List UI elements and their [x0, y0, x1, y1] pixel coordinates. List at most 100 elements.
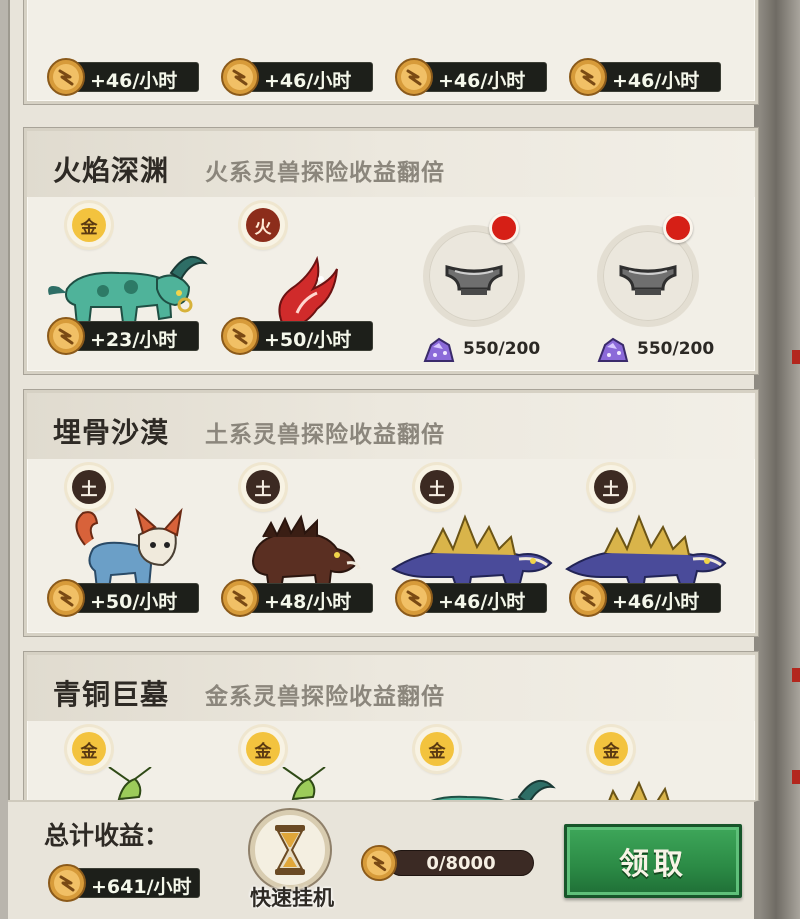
edge-mark [792, 770, 800, 784]
footer-bar: 总计收益： +641/小时 快速挂机 0/8000 领取 [8, 800, 760, 919]
hourglass-icon [250, 810, 330, 890]
element-label: 金 [594, 732, 628, 766]
coin-icon [568, 578, 608, 618]
beast-slot[interactable]: +46/小时 [39, 0, 211, 124]
element-label: 土 [594, 470, 628, 504]
total-income-rate: +641/小时 [48, 864, 200, 902]
element-label: 金 [420, 732, 454, 766]
coin-icon [46, 578, 86, 618]
edge-mark [792, 668, 800, 682]
section-description: 金系灵兽探险收益翻倍 [205, 683, 445, 710]
beast-slot[interactable]: +46/小时 [561, 0, 733, 124]
unlock-cost: 550/200 [421, 335, 561, 363]
crystal-icon [421, 335, 457, 369]
element-badge: 金 [67, 727, 111, 771]
unlock-cost-value: 550/200 [637, 339, 715, 359]
background-edge [760, 0, 800, 919]
coin-icon [394, 57, 434, 97]
empty-slot-icon [617, 259, 679, 305]
income-rate-value: +50/小时 [90, 591, 178, 613]
income-rate-value: +46/小时 [264, 70, 352, 92]
total-income-label: 总计收益： [44, 821, 170, 850]
income-rate: +46/小时 [569, 58, 721, 96]
income-rate-value: +46/小时 [438, 591, 526, 613]
unlock-cost-value: 550/200 [463, 339, 541, 359]
element-badge: 土 [415, 465, 459, 509]
beast-slot[interactable]: +46/小时 [213, 0, 385, 124]
income-rate-value: +46/小时 [90, 70, 178, 92]
element-label: 土 [246, 470, 280, 504]
element-badge: 火 [241, 203, 285, 247]
section-flame-abyss: 火焰深渊 火系灵兽探险收益翻倍 金 +23/小时 火 +50/小时 550/20… [23, 127, 759, 375]
coin-icon [220, 316, 260, 356]
coin-icon [360, 844, 398, 882]
element-badge: 金 [241, 727, 285, 771]
empty-beast-slot[interactable]: 550/200 [387, 203, 559, 383]
storage-value: 0/8000 [426, 853, 496, 874]
coin-icon [220, 578, 260, 618]
notification-dot [663, 213, 693, 243]
section-title: 埋骨沙漠 [53, 416, 170, 449]
unlock-cost: 550/200 [595, 335, 735, 363]
income-rate-value: +23/小时 [90, 329, 178, 351]
coin-icon [394, 578, 434, 618]
claim-button[interactable]: 领取 [564, 824, 742, 898]
expedition-panel: +46/小时 +46/小时 +46/小时 +46/小时 火焰深渊 火系灵兽探险收… [8, 0, 760, 919]
income-rate: +46/小时 [395, 58, 547, 96]
edge-mark [792, 350, 800, 364]
claim-button-label: 领取 [619, 847, 687, 882]
income-rate-value: +46/小时 [612, 70, 700, 92]
storage-bar: 0/8000 [360, 844, 536, 882]
empty-beast-slot[interactable]: 550/200 [561, 203, 733, 383]
element-label: 火 [246, 208, 280, 242]
beast-slot[interactable]: 金 +23/小时 [39, 203, 211, 383]
income-rate: +50/小时 [47, 579, 199, 617]
beast-slot[interactable]: 土 +48/小时 [213, 465, 385, 645]
element-label: 金 [246, 732, 280, 766]
element-label: 土 [72, 470, 106, 504]
element-label: 土 [420, 470, 454, 504]
income-rate: +23/小时 [47, 317, 199, 355]
beast-slot[interactable]: 土 +50/小时 [39, 465, 211, 645]
section-title: 青铜巨墓 [53, 678, 170, 711]
element-label: 金 [72, 208, 106, 242]
income-rate: +50/小时 [221, 317, 373, 355]
beast-slot[interactable]: 火 +50/小时 [213, 203, 385, 383]
element-badge: 金 [589, 727, 633, 771]
income-rate-value: +46/小时 [612, 591, 700, 613]
section-partial: +46/小时 +46/小时 +46/小时 +46/小时 [23, 0, 759, 105]
empty-slot-icon [443, 259, 505, 305]
storage-progress: 0/8000 [388, 850, 534, 876]
quick-idle-button[interactable]: 快速挂机 [232, 806, 352, 918]
income-rate: +46/小时 [569, 579, 721, 617]
section-buried-bone-desert: 埋骨沙漠 土系灵兽探险收益翻倍 土 +50/小时 土 +48/小时 土 +46/… [23, 389, 759, 637]
element-badge: 土 [241, 465, 285, 509]
coin-icon [568, 57, 608, 97]
income-rate-value: +50/小时 [264, 329, 352, 351]
section-title: 火焰深渊 [53, 154, 170, 187]
beast-slot[interactable]: 土 +46/小时 [387, 465, 559, 645]
total-rate-value: +641/小时 [91, 876, 192, 898]
coin-icon [47, 863, 87, 903]
income-rate-value: +48/小时 [264, 591, 352, 613]
section-description: 土系灵兽探险收益翻倍 [205, 421, 445, 448]
income-rate: +46/小时 [47, 58, 199, 96]
element-badge: 土 [67, 465, 111, 509]
element-badge: 土 [589, 465, 633, 509]
coin-icon [46, 316, 86, 356]
quick-idle-label: 快速挂机 [250, 885, 334, 910]
beast-slot[interactable]: +46/小时 [387, 0, 559, 124]
element-badge: 金 [67, 203, 111, 247]
income-rate: +48/小时 [221, 579, 373, 617]
element-label: 金 [72, 732, 106, 766]
income-rate: +46/小时 [395, 579, 547, 617]
crystal-icon [595, 335, 631, 369]
beast-slot[interactable]: 土 +46/小时 [561, 465, 733, 645]
coin-icon [220, 57, 260, 97]
element-badge: 金 [415, 727, 459, 771]
income-rate: +46/小时 [221, 58, 373, 96]
income-rate-value: +46/小时 [438, 70, 526, 92]
notification-dot [489, 213, 519, 243]
section-description: 火系灵兽探险收益翻倍 [205, 159, 445, 186]
coin-icon [46, 57, 86, 97]
